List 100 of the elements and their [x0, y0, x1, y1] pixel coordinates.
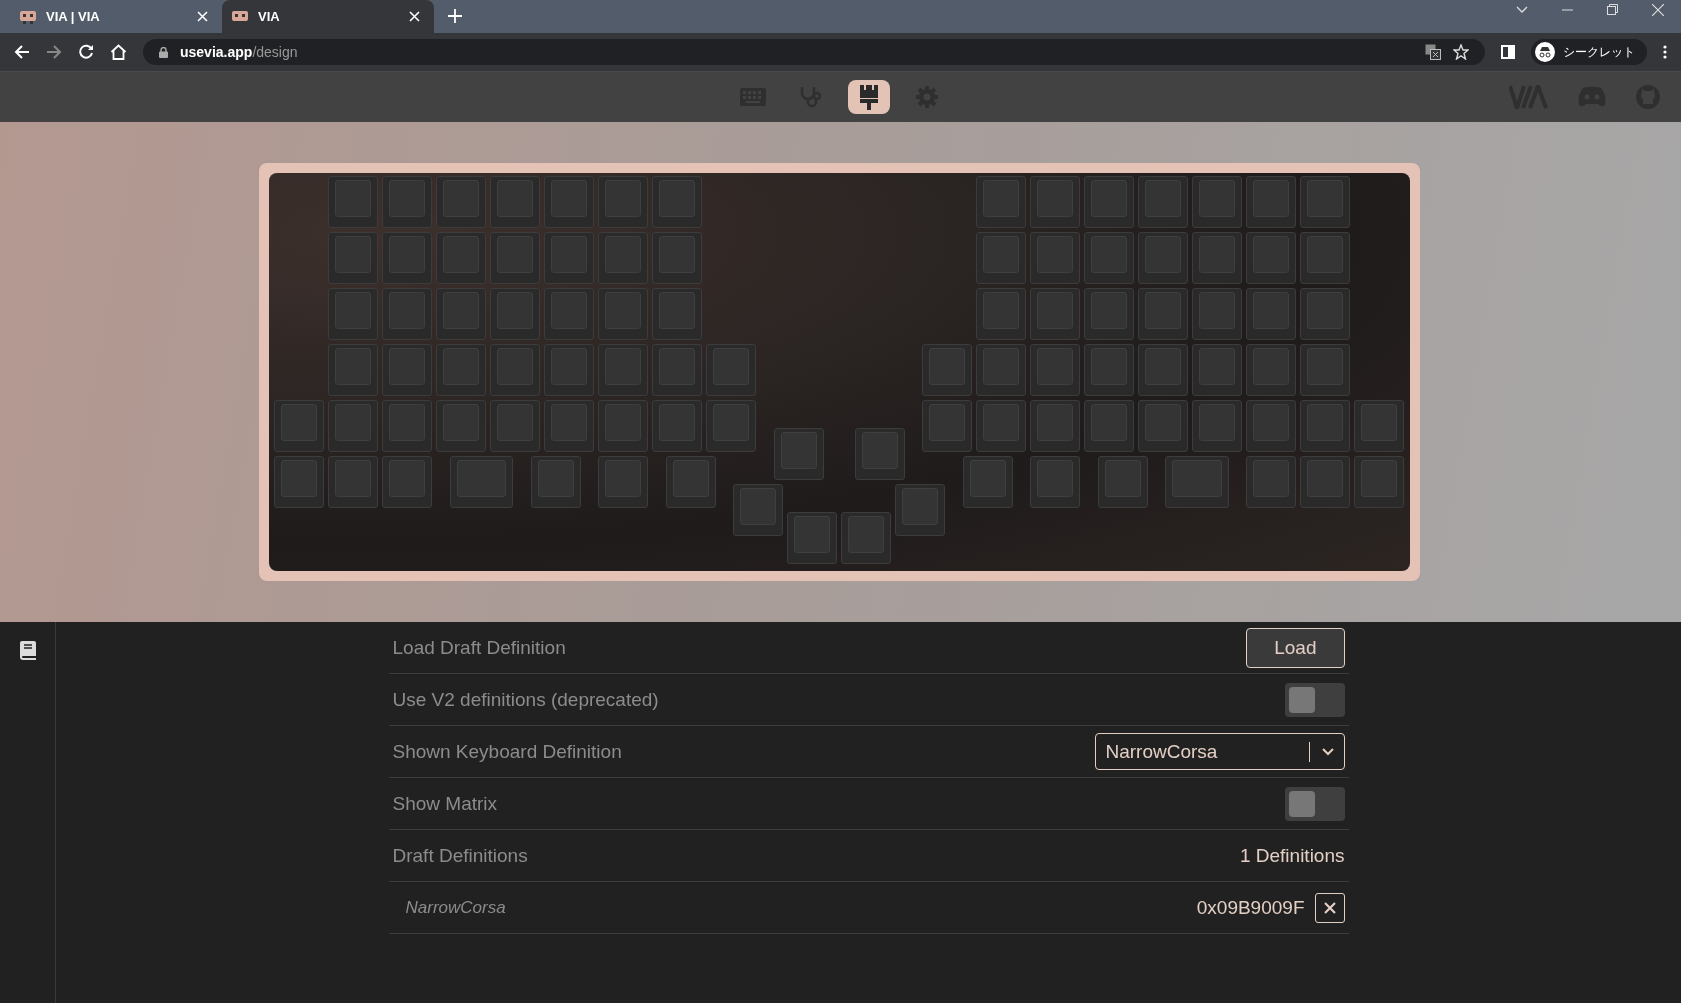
keycap[interactable] [652, 288, 702, 340]
keycap[interactable] [854, 428, 905, 480]
keycap[interactable] [1138, 176, 1188, 228]
back-arrow-icon[interactable] [14, 44, 30, 60]
keycap[interactable] [1192, 288, 1242, 340]
chevron-down-icon[interactable] [1516, 5, 1528, 14]
keycap[interactable] [382, 344, 432, 396]
keycap[interactable] [976, 400, 1026, 452]
keycap[interactable] [598, 176, 648, 228]
keycap[interactable] [1030, 288, 1080, 340]
keycap[interactable] [274, 456, 324, 508]
keycap[interactable] [1138, 288, 1188, 340]
keycap[interactable] [773, 428, 824, 480]
address-bar[interactable]: usevia.app/design [143, 39, 1485, 65]
keycap[interactable] [1030, 176, 1080, 228]
forward-arrow-icon[interactable] [46, 44, 62, 60]
keycap[interactable] [544, 344, 594, 396]
restore-icon[interactable] [1607, 4, 1618, 15]
plus-icon[interactable] [448, 9, 462, 23]
keycap[interactable] [841, 512, 891, 564]
keycap[interactable] [449, 456, 513, 508]
remove-button[interactable] [1314, 892, 1345, 923]
keycap[interactable] [598, 344, 648, 396]
keycap[interactable] [328, 400, 378, 452]
keycap[interactable] [787, 512, 837, 564]
keycap[interactable] [976, 288, 1026, 340]
keycap[interactable] [1246, 288, 1296, 340]
keycap[interactable] [1084, 176, 1134, 228]
keycap[interactable] [1192, 344, 1242, 396]
side-panel-icon[interactable] [1501, 45, 1515, 59]
keycap[interactable] [544, 288, 594, 340]
keycap[interactable] [328, 288, 378, 340]
browser-tab[interactable]: VIA [222, 0, 434, 33]
reload-icon[interactable] [78, 44, 94, 60]
keycap[interactable] [1084, 288, 1134, 340]
keycap[interactable] [1246, 456, 1296, 508]
keycap[interactable] [490, 288, 540, 340]
translate-icon[interactable] [1425, 44, 1441, 60]
home-icon[interactable] [110, 44, 127, 60]
keycap[interactable] [1192, 232, 1242, 284]
toggle-switch[interactable] [1284, 682, 1345, 717]
keycap[interactable] [976, 232, 1026, 284]
minimize-icon[interactable] [1562, 8, 1573, 11]
keycap[interactable] [1300, 400, 1350, 452]
keycap[interactable] [1030, 344, 1080, 396]
keycap[interactable] [1084, 232, 1134, 284]
keycap[interactable] [652, 400, 702, 452]
keycap[interactable] [1300, 456, 1350, 508]
keycap[interactable] [922, 344, 972, 396]
keycap[interactable] [598, 456, 648, 508]
keycap[interactable] [922, 400, 972, 452]
keycap[interactable] [1138, 344, 1188, 396]
keycap[interactable] [1246, 176, 1296, 228]
keycap[interactable] [382, 456, 432, 508]
keycap[interactable] [544, 400, 594, 452]
keycap[interactable] [733, 484, 783, 536]
keycap[interactable] [436, 400, 486, 452]
keycap[interactable] [652, 232, 702, 284]
load-button[interactable]: Load [1246, 627, 1345, 668]
keycap[interactable] [436, 344, 486, 396]
toggle-switch[interactable] [1284, 786, 1345, 821]
keycap[interactable] [530, 456, 581, 508]
keycap[interactable] [706, 344, 756, 396]
keycap[interactable] [895, 484, 945, 536]
keycap[interactable] [1354, 456, 1404, 508]
keycap[interactable] [1030, 400, 1080, 452]
keycap[interactable] [490, 344, 540, 396]
keycap[interactable] [328, 456, 378, 508]
keycap[interactable] [1138, 232, 1188, 284]
keycap[interactable] [1354, 400, 1404, 452]
keycap[interactable] [1030, 456, 1080, 508]
keycap[interactable] [1030, 232, 1080, 284]
keycap[interactable] [544, 176, 594, 228]
paintbrush-icon[interactable] [848, 80, 890, 114]
profile-button[interactable]: シークレット [1531, 39, 1647, 65]
keycap[interactable] [1300, 232, 1350, 284]
keycap[interactable] [436, 288, 486, 340]
keycap[interactable] [544, 232, 594, 284]
keycap[interactable] [962, 456, 1013, 508]
keycap[interactable] [652, 176, 702, 228]
keycap[interactable] [665, 456, 716, 508]
keycap[interactable] [1084, 344, 1134, 396]
keycap[interactable] [1300, 176, 1350, 228]
definition-dropdown[interactable]: NarrowCorsa [1094, 733, 1345, 770]
keycap[interactable] [328, 344, 378, 396]
keycap[interactable] [382, 288, 432, 340]
keycap[interactable] [976, 176, 1026, 228]
keycap[interactable] [1192, 176, 1242, 228]
keycap[interactable] [490, 400, 540, 452]
keycap[interactable] [1097, 456, 1148, 508]
star-icon[interactable] [1453, 44, 1469, 60]
keycap[interactable] [1192, 400, 1242, 452]
keycap[interactable] [382, 400, 432, 452]
keycap[interactable] [1300, 344, 1350, 396]
keycap[interactable] [1138, 400, 1188, 452]
keycap[interactable] [1165, 456, 1229, 508]
keycap[interactable] [706, 400, 756, 452]
keycap[interactable] [598, 288, 648, 340]
keycap[interactable] [1246, 400, 1296, 452]
browser-tab[interactable]: VIA | VIA [10, 0, 222, 33]
